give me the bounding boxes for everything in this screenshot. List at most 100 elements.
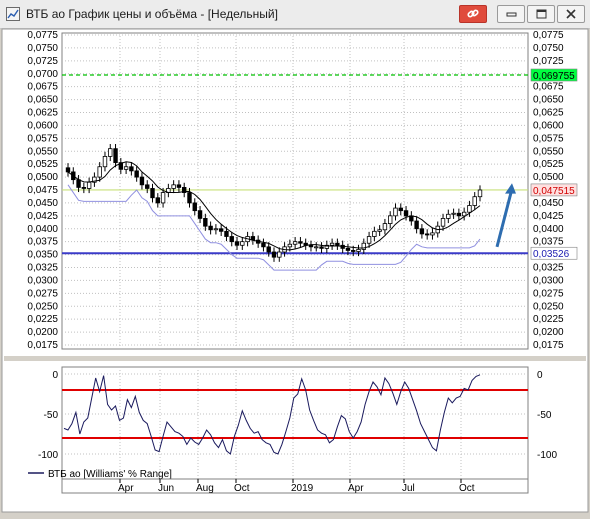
price-tick-right: 0,0450 [533,198,564,209]
candle-body [314,246,319,249]
price-tick-left: 0,0200 [27,327,58,338]
price-tick-right: 0,0675 [533,82,564,93]
minimize-icon [506,12,517,17]
close-icon [566,9,576,19]
candle-body [419,228,425,235]
time-label: Aug [196,483,214,494]
candle-body [176,184,182,188]
osc-tick-left: 0 [52,370,58,381]
price-tick-right: 0,0725 [533,56,564,67]
price-tick-left: 0,0625 [27,108,58,119]
candle-body [155,197,160,204]
price-tick-left: 0,0725 [27,56,58,67]
window-title: ВТБ ао График цены и объёма - [Недельный… [26,7,278,21]
candle-body [298,241,303,244]
candle-body [414,220,419,230]
time-label: Jun [158,483,174,494]
candle-body [129,166,134,172]
candle-body [366,236,372,244]
price-tick-left: 0,0750 [27,43,58,54]
candle-body [335,242,340,246]
candle-body [218,228,224,232]
price-tick-left: 0,0575 [27,133,58,144]
pin-button[interactable] [459,5,487,23]
candle-body [139,176,145,186]
candle-body [160,192,166,204]
candle-body [467,205,472,213]
price-tick-left: 0,0400 [27,224,58,235]
price-tick-left: 0,0175 [27,340,58,351]
chart-canvas[interactable]: 0,0775 0,0775 0,0750 0,0750 0,0725 0,0725 0,07… [0,28,590,514]
chart-window: ВТБ ао График цены и объёма - [Недельный… [0,0,590,514]
candle-body [145,184,150,189]
candle-body [229,236,234,243]
title-bar[interactable]: ВТБ ао График цены и объёма - [Недельный… [0,0,590,29]
candle-body [234,241,240,246]
price-tick-right: 0,0600 [533,120,564,131]
price-tick-left: 0,0550 [27,146,58,157]
price-tick-right: 0,0575 [533,133,564,144]
support-price-label: 0,03526 [533,249,570,260]
candle-body [123,166,129,170]
candle-body [356,249,361,252]
price-tick-left: 0,0500 [27,172,58,183]
price-tick-right: 0,0550 [533,146,564,157]
time-label: Apr [118,483,134,494]
price-tick-right: 0,0525 [533,159,564,170]
candle-body [134,170,139,178]
price-tick-right: 0,0425 [533,211,564,222]
candle-body [345,247,351,251]
osc-tick-left: -50 [44,410,59,421]
candle-body [240,241,245,246]
chart-app-icon [6,7,20,21]
price-tick-left: 0,0650 [27,95,58,106]
osc-tick-right: -50 [537,410,552,421]
price-tick-left: 0,0250 [27,301,58,312]
minimize-button[interactable] [497,5,525,23]
candle-body [308,244,314,248]
candle-body [398,207,403,212]
price-tick-left: 0,0375 [27,237,58,248]
price-tick-left: 0,0450 [27,198,58,209]
candle-body [329,242,335,246]
legend-label: ВТБ ао [Williams' % Range] [48,469,172,480]
candle-body [451,212,456,215]
candle-body [472,196,477,206]
candle-body [65,167,71,173]
osc-tick-right: 0 [537,370,543,381]
time-label: Apr [348,483,364,494]
candle-body [393,207,398,217]
panel-splitter[interactable] [4,356,586,361]
osc-tick-left: -100 [38,450,58,461]
oscillator-panel [61,366,529,480]
price-tick-left: 0,0425 [27,211,58,222]
candle-body [213,228,219,231]
candle-body [97,166,102,178]
price-tick-left: 0,0775 [27,30,58,41]
time-label: Oct [459,483,475,494]
price-tick-right: 0,0400 [533,224,564,235]
candle-body [319,246,324,249]
price-tick-left: 0,0300 [27,275,58,286]
current-price-label: 0,047515 [533,186,575,197]
candle-body [372,230,377,237]
price-tick-right: 0,0275 [533,288,564,299]
candle-body [382,223,388,231]
price-tick-right: 0,0500 [533,172,564,183]
price-tick-right: 0,0625 [533,108,564,119]
price-tick-right: 0,0775 [533,30,564,41]
chart-area: 0,0775 0,0775 0,0750 0,0750 0,0725 0,0725 0,07… [0,28,590,514]
maximize-button[interactable] [527,5,555,23]
candle-body [351,250,356,252]
maximize-icon [536,9,547,19]
price-tick-left: 0,0350 [27,250,58,261]
time-label: Oct [234,483,250,494]
price-tick-left: 0,0475 [27,185,58,196]
price-tick-left: 0,0700 [27,69,58,80]
price-tick-right: 0,0175 [533,340,564,351]
price-tick-right: 0,0375 [533,237,564,248]
candle-body [440,218,446,227]
candle-body [208,225,213,231]
osc-tick-right: -100 [537,450,557,461]
close-button[interactable] [557,5,585,23]
